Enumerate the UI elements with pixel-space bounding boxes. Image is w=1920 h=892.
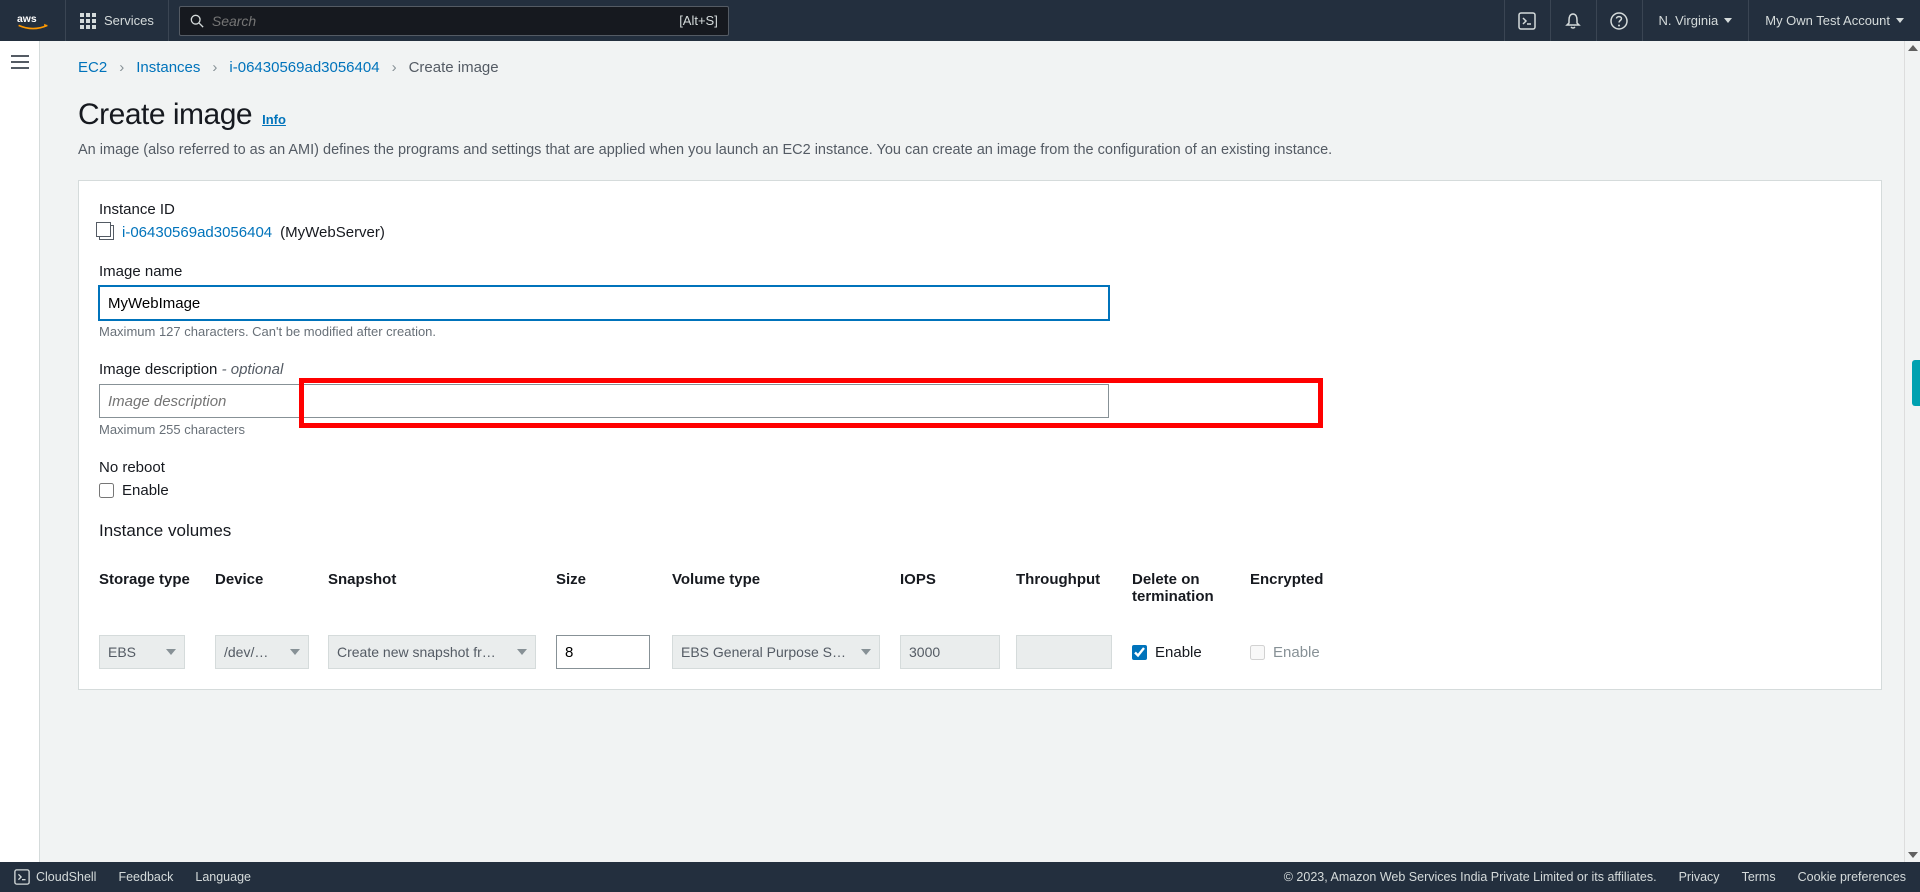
encrypted-toggle: Enable (1250, 644, 1348, 661)
services-grid-icon (80, 13, 96, 29)
image-description-input[interactable] (99, 384, 1109, 418)
device-select[interactable]: /dev/… (215, 635, 309, 669)
image-name-input[interactable] (99, 286, 1109, 320)
side-nav-toggle[interactable] (11, 55, 29, 69)
account-label: My Own Test Account (1765, 13, 1890, 28)
copyright-text: © 2023, Amazon Web Services India Privat… (1284, 870, 1657, 884)
instance-id-label: Instance ID (99, 201, 1861, 218)
services-label: Services (104, 13, 154, 28)
global-search[interactable]: [Alt+S] (179, 6, 729, 36)
snapshot-select[interactable]: Create new snapshot fr… (328, 635, 536, 669)
chevron-right-icon: › (119, 59, 124, 76)
image-description-hint: Maximum 255 characters (99, 422, 1861, 437)
breadcrumb-current: Create image (409, 59, 499, 76)
image-name-label: Image name (99, 263, 1861, 280)
scroll-up-icon (1908, 45, 1918, 51)
chevron-down-icon (517, 649, 527, 655)
caret-down-icon (1896, 18, 1904, 23)
feedback-tab[interactable] (1912, 360, 1920, 406)
col-delete-on-termination: Delete on termination (1132, 571, 1250, 605)
search-icon (190, 14, 204, 28)
footer-bar: CloudShell Feedback Language © 2023, Ama… (0, 862, 1920, 892)
instance-volumes-heading: Instance volumes (99, 521, 1861, 541)
breadcrumb-ec2[interactable]: EC2 (78, 59, 107, 76)
col-encrypted: Encrypted (1250, 571, 1366, 605)
size-input[interactable] (556, 635, 650, 669)
col-snapshot: Snapshot (328, 571, 556, 605)
volume-type-select[interactable]: EBS General Purpose S… (672, 635, 880, 669)
instance-name: (MyWebServer) (280, 224, 385, 241)
main-content: EC2 › Instances › i-06430569ad3056404 › … (40, 41, 1920, 862)
breadcrumb-instance-id[interactable]: i-06430569ad3056404 (229, 59, 379, 76)
region-label: N. Virginia (1659, 13, 1719, 28)
col-device: Device (215, 571, 328, 605)
chevron-right-icon: › (212, 59, 217, 76)
image-description-label: Image description - optional (99, 361, 1861, 378)
language-link[interactable]: Language (195, 870, 251, 884)
instance-id-link[interactable]: i-06430569ad3056404 (122, 224, 272, 241)
form-card: Instance ID i-06430569ad3056404 (MyWebSe… (78, 180, 1882, 690)
encrypted-checkbox (1250, 645, 1265, 660)
help-icon-button[interactable] (1596, 0, 1642, 41)
feedback-link[interactable]: Feedback (118, 870, 173, 884)
no-reboot-checkbox[interactable] (99, 483, 114, 498)
account-menu[interactable]: My Own Test Account (1748, 0, 1920, 41)
info-link[interactable]: Info (262, 112, 286, 127)
services-menu[interactable]: Services (66, 0, 169, 41)
top-nav: aws Services [Alt+S] N. Virginia My Own … (0, 0, 1920, 41)
region-selector[interactable]: N. Virginia (1642, 0, 1749, 41)
search-shortcut: [Alt+S] (679, 13, 718, 28)
page-description: An image (also referred to as an AMI) de… (78, 140, 1882, 160)
copy-icon[interactable] (99, 225, 114, 240)
col-size: Size (556, 571, 672, 605)
cloudshell-button[interactable]: CloudShell (14, 869, 96, 885)
chevron-down-icon (166, 649, 176, 655)
privacy-link[interactable]: Privacy (1679, 870, 1720, 884)
cloudshell-icon-button[interactable] (1504, 0, 1550, 41)
breadcrumb: EC2 › Instances › i-06430569ad3056404 › … (78, 59, 1882, 76)
caret-down-icon (1724, 18, 1732, 23)
volume-row: EBS /dev/… Create new snapshot fr… (99, 635, 1861, 669)
throughput-display (1016, 635, 1112, 669)
col-iops: IOPS (900, 571, 1016, 605)
iops-display: 3000 (900, 635, 1000, 669)
chevron-down-icon (290, 649, 300, 655)
terms-link[interactable]: Terms (1742, 870, 1776, 884)
volumes-header-row: Storage type Device Snapshot Size Volume… (99, 571, 1861, 605)
delete-on-termination-checkbox[interactable] (1132, 645, 1147, 660)
storage-type-select[interactable]: EBS (99, 635, 185, 669)
search-input[interactable] (212, 13, 679, 29)
page-header: Create image Info (78, 98, 1882, 132)
image-name-hint: Maximum 127 characters. Can't be modifie… (99, 324, 1861, 339)
col-throughput: Throughput (1016, 571, 1132, 605)
notifications-icon-button[interactable] (1550, 0, 1596, 41)
vertical-scrollbar[interactable] (1904, 41, 1920, 862)
chevron-right-icon: › (392, 59, 397, 76)
col-volume-type: Volume type (672, 571, 900, 605)
col-storage-type: Storage type (99, 571, 215, 605)
scroll-down-icon (1908, 852, 1918, 858)
side-rail (0, 41, 40, 862)
page-title: Create image (78, 98, 252, 132)
delete-on-termination-toggle[interactable]: Enable (1132, 644, 1232, 661)
cookie-preferences-link[interactable]: Cookie preferences (1798, 870, 1906, 884)
chevron-down-icon (861, 649, 871, 655)
no-reboot-enable-text: Enable (122, 482, 169, 499)
no-reboot-checkbox-row[interactable]: Enable (99, 482, 1861, 499)
breadcrumb-instances[interactable]: Instances (136, 59, 200, 76)
aws-logo[interactable]: aws (0, 0, 66, 41)
no-reboot-label: No reboot (99, 459, 1861, 476)
svg-text:aws: aws (17, 14, 37, 25)
